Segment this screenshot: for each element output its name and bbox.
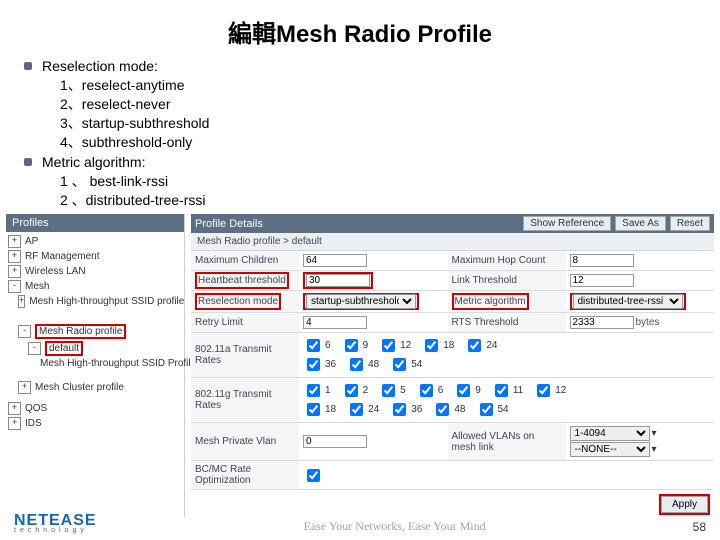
bullet-list: Reselection mode: 1、reselect-anytime 2、r… <box>24 57 720 210</box>
lbl-max-children: Maximum Children <box>191 251 299 271</box>
page-number: 58 <box>693 520 706 534</box>
input-max-children[interactable] <box>303 254 367 267</box>
ck-11a-24[interactable] <box>468 339 481 352</box>
ck-11a-6[interactable] <box>307 339 320 352</box>
tree-default[interactable]: default <box>45 341 83 356</box>
expand-icon[interactable]: + <box>18 381 31 394</box>
page-title: 編輯Mesh Radio Profile <box>0 0 720 55</box>
tree-mesh[interactable]: Mesh <box>25 281 49 292</box>
ck-11g-36[interactable] <box>393 403 406 416</box>
lbl-11g-rates: 802.11g Transmit Rates <box>191 378 299 423</box>
lbl-reselection: Reselection mode <box>195 293 281 310</box>
expand-icon[interactable]: + <box>8 402 21 415</box>
ck-11a-9[interactable] <box>345 339 358 352</box>
expand-icon[interactable]: + <box>8 417 21 430</box>
unit-bytes: bytes <box>636 317 660 328</box>
show-reference-button[interactable]: Show Reference <box>523 216 611 231</box>
ck-11g-9[interactable] <box>457 384 470 397</box>
ck-11g-11[interactable] <box>495 384 508 397</box>
lbl-link-threshold: Link Threshold <box>448 271 566 291</box>
expand-icon[interactable]: + <box>8 235 21 248</box>
input-heartbeat[interactable] <box>306 274 370 287</box>
input-link-threshold[interactable] <box>570 274 634 287</box>
ck-11g-54[interactable] <box>480 403 493 416</box>
ck-11a-48[interactable] <box>350 358 363 371</box>
tree-wlan[interactable]: Wireless LAN <box>25 266 86 277</box>
ck-11a-18[interactable] <box>425 339 438 352</box>
input-max-hop[interactable] <box>570 254 634 267</box>
footer-tagline: Ease Your Networks, Ease Your Mind <box>304 519 486 534</box>
sub-1a: 1、reselect-anytime <box>60 76 720 95</box>
select-allowed-bot[interactable]: --NONE-- <box>570 442 650 457</box>
save-as-button[interactable]: Save As <box>615 216 666 231</box>
lbl-max-hop: Maximum Hop Count <box>448 251 566 271</box>
lbl-11a-rates: 802.11a Transmit Rates <box>191 333 299 378</box>
bullet-reselection: Reselection mode: <box>42 58 158 74</box>
expand-icon[interactable]: + <box>18 295 25 308</box>
tree-mht[interactable]: Mesh High-throughput SSID profile <box>29 296 184 307</box>
ck-11g-1[interactable] <box>307 384 320 397</box>
settings-table: Maximum Children Maximum Hop Count Heart… <box>191 251 714 490</box>
profiles-sidebar: Profiles + AP + RF Management + Wireless LA… <box>6 214 185 517</box>
select-allowed-top[interactable]: 1-4094 <box>570 426 650 441</box>
config-panel: Profiles + AP + RF Management + Wireless LA… <box>6 214 714 517</box>
details-header: Profile Details <box>195 218 519 230</box>
ck-11g-18[interactable] <box>307 403 320 416</box>
ck-11a-54[interactable] <box>393 358 406 371</box>
ck-bcmc[interactable] <box>307 469 320 482</box>
sub-1d: 4、subthreshold-only <box>60 133 720 152</box>
expand-icon[interactable]: + <box>8 265 21 278</box>
sidebar-header: Profiles <box>6 214 184 232</box>
input-mesh-pvlan[interactable] <box>303 435 367 448</box>
tree-mcp[interactable]: Mesh Cluster profile <box>35 382 124 393</box>
expand-icon[interactable]: + <box>8 250 21 263</box>
ck-11g-24[interactable] <box>350 403 363 416</box>
collapse-icon[interactable]: - <box>8 280 21 293</box>
sub-2b: 2 、distributed-tree-rssi <box>60 191 720 210</box>
caret-icon[interactable]: ▾ <box>652 444 657 455</box>
tree-mhts[interactable]: Mesh High-throughput SSID Profile <box>40 358 196 369</box>
lbl-metric: Metric algorithm <box>452 293 529 310</box>
tree-ap[interactable]: AP <box>25 236 38 247</box>
select-metric[interactable]: distributed-tree-rssi <box>573 294 683 309</box>
sub-2a: 1 、 best-link-rssi <box>60 172 720 191</box>
collapse-icon[interactable]: - <box>18 325 31 338</box>
breadcrumb: Mesh Radio profile > default <box>191 233 714 251</box>
input-retry[interactable] <box>303 316 367 329</box>
caret-icon[interactable]: ▾ <box>652 428 657 439</box>
sub-1c: 3、startup-subthreshold <box>60 114 720 133</box>
lbl-retry: Retry Limit <box>191 313 299 333</box>
tree-qos[interactable]: QOS <box>25 403 47 414</box>
ck-11g-6[interactable] <box>420 384 433 397</box>
tree-ids[interactable]: IDS <box>25 418 42 429</box>
lbl-allowed-vlans: Allowed VLANs on mesh link <box>448 423 566 461</box>
input-rts[interactable] <box>570 316 634 329</box>
lbl-bcmc: BC/MC Rate Optimization <box>191 461 299 490</box>
tree-mesh-radio-profile[interactable]: Mesh Radio profile <box>35 324 126 339</box>
ck-11g-12[interactable] <box>537 384 550 397</box>
select-reselection[interactable]: startup-subthreshold <box>306 294 416 309</box>
bullet-metric: Metric algorithm: <box>42 154 145 170</box>
ck-11a-36[interactable] <box>307 358 320 371</box>
sub-1b: 2、reselect-never <box>60 95 720 114</box>
profile-details: Profile Details Show Reference Save As R… <box>191 214 714 517</box>
brand-logo: NETEASE technology <box>14 513 97 534</box>
ck-11g-48[interactable] <box>436 403 449 416</box>
ck-11g-5[interactable] <box>382 384 395 397</box>
reset-button[interactable]: Reset <box>670 216 710 231</box>
lbl-heartbeat: Heartbeat threshold <box>195 272 289 289</box>
tree-rfm[interactable]: RF Management <box>25 251 99 262</box>
ck-11g-2[interactable] <box>345 384 358 397</box>
ck-11a-12[interactable] <box>382 339 395 352</box>
apply-button[interactable]: Apply <box>661 496 708 513</box>
collapse-icon[interactable]: - <box>28 342 41 355</box>
lbl-rts: RTS Threshold <box>448 313 566 333</box>
lbl-mesh-pvlan: Mesh Private Vlan <box>191 423 299 461</box>
